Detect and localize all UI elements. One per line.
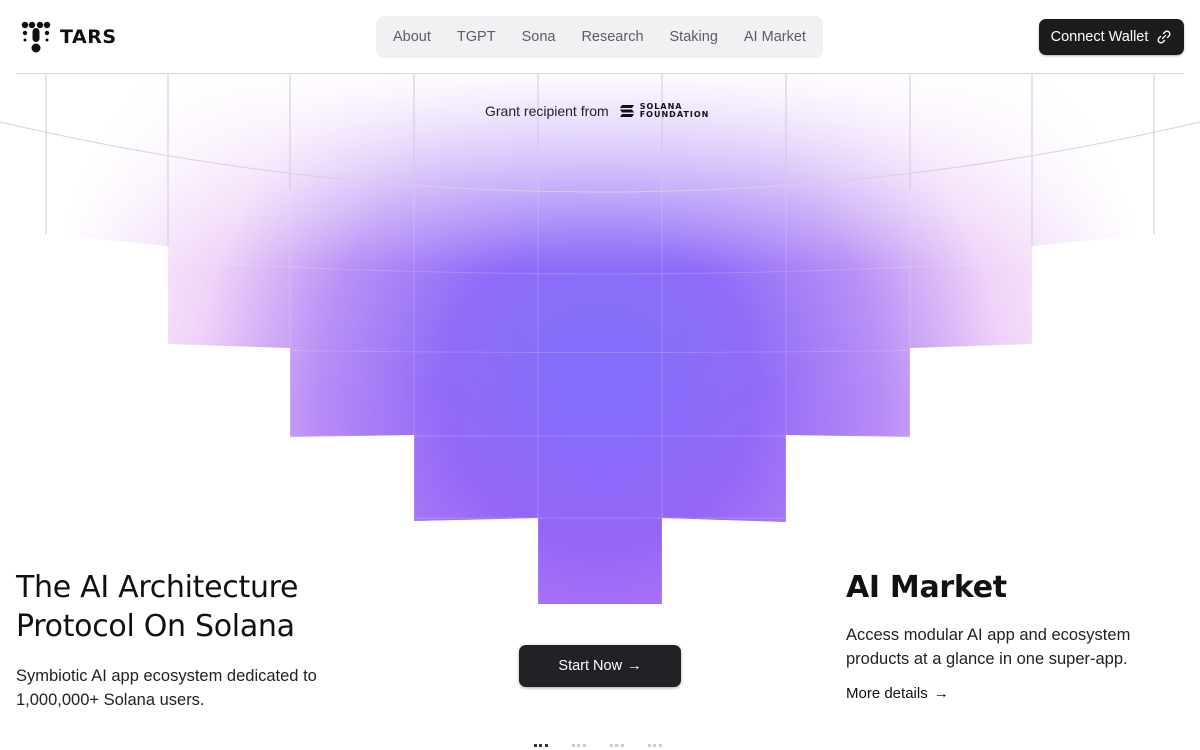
start-now-label: Start Now — [558, 658, 623, 674]
hero-title-line1: The AI Architecture — [16, 570, 299, 605]
nav-item-research[interactable]: Research — [575, 25, 649, 49]
nav-item-ai-market[interactable]: AI Market — [738, 25, 812, 49]
link-icon — [1157, 30, 1171, 44]
grant-text: Grant recipient from — [485, 103, 609, 119]
arrow-right-icon: → — [933, 685, 949, 702]
carousel-indicators — [534, 744, 662, 748]
tars-logo-icon — [21, 21, 51, 53]
nav-item-tgpt[interactable]: TGPT — [451, 25, 502, 49]
more-details-label: More details — [846, 685, 928, 702]
hero-gradient-grid-graphic — [0, 74, 1200, 604]
carousel-dot-2[interactable] — [572, 744, 586, 748]
ai-market-description-line2: products at a glance in one super-app. — [846, 650, 1128, 668]
nav-item-sona[interactable]: Sona — [516, 25, 562, 49]
hero-subtitle-line1: Symbiotic AI app ecosystem dedicated to — [16, 667, 317, 685]
start-now-button[interactable]: Start Now → — [519, 645, 681, 687]
arrow-right-icon: → — [627, 658, 642, 674]
solana-logo-line2: FOUNDATION — [639, 110, 710, 119]
hero-subtitle: Symbiotic AI app ecosystem dedicated to … — [16, 664, 376, 712]
nav-item-about[interactable]: About — [387, 25, 437, 49]
solana-icon — [619, 105, 634, 117]
site-header: TARS About TGPT Sona Research Staking AI… — [0, 0, 1200, 74]
carousel-dot-3[interactable] — [610, 744, 624, 748]
grant-banner: Grant recipient from SOLANA FOUNDATION — [485, 103, 710, 120]
connect-wallet-label: Connect Wallet — [1050, 29, 1149, 45]
main-nav: About TGPT Sona Research Staking AI Mark… — [376, 16, 823, 58]
hero-intro: The AI Architecture Protocol On Solana S… — [16, 568, 376, 712]
hero-title: The AI Architecture Protocol On Solana — [16, 568, 376, 646]
nav-item-staking[interactable]: Staking — [664, 25, 724, 49]
carousel-dot-1[interactable] — [534, 744, 548, 748]
solana-foundation-logo[interactable]: SOLANA FOUNDATION — [619, 103, 710, 119]
brand-logo[interactable]: TARS — [20, 20, 117, 54]
ai-market-description: Access modular AI app and ecosystem prod… — [846, 623, 1166, 671]
brand-name: TARS — [60, 26, 117, 48]
connect-wallet-button[interactable]: Connect Wallet — [1039, 19, 1184, 55]
hero-title-line2: Protocol On Solana — [16, 609, 295, 644]
more-details-link[interactable]: More details → — [846, 685, 949, 702]
hero-subtitle-line2: 1,000,000+ Solana users. — [16, 691, 205, 709]
ai-market-title: AI Market — [846, 570, 1007, 605]
ai-market-panel: AI Market Access modular AI app and ecos… — [846, 568, 1166, 703]
carousel-dot-4[interactable] — [648, 744, 662, 748]
ai-market-description-line1: Access modular AI app and ecosystem — [846, 626, 1131, 644]
